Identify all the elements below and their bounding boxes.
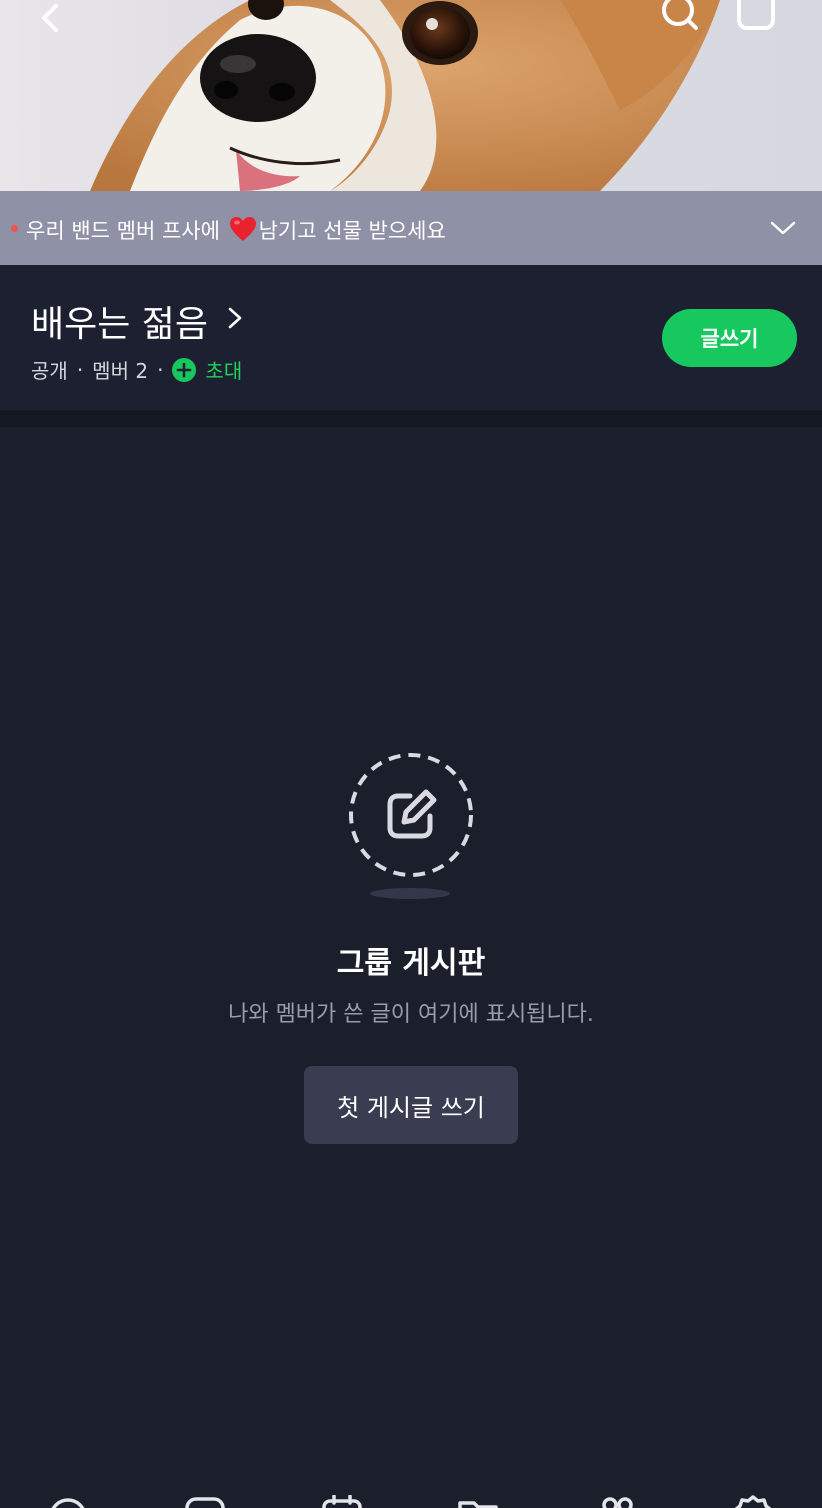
plus-circle-icon[interactable] [172,357,197,382]
group-name[interactable]: 배우는 젊음 [31,295,208,347]
band-page: 우리 밴드 멤버 프사에 남기고 선물 받으세요 배우는 젊음 공개 · 멤버 … [0,0,822,1508]
visibility-label: 공개 [31,359,68,383]
group-meta: 공개 · 멤버 2 · 초대 [31,355,242,384]
chevron-right-icon[interactable] [226,303,246,333]
separator-dot: · [76,357,84,382]
edit-icon [349,753,473,877]
empty-state-title: 그룹 게시판 [336,946,486,981]
cover-photo [0,0,822,191]
members-icon[interactable] [595,1495,639,1508]
settings-icon[interactable] [731,1495,775,1508]
separator-dot: · [157,357,164,382]
new-dot [11,225,18,232]
icon-shadow [370,888,450,899]
search-icon[interactable] [658,0,698,36]
first-post-button[interactable]: 첫 게시글 쓰기 [304,1066,518,1144]
notice-text-before: 우리 밴드 멤버 프사에 [26,219,220,243]
notice-text-after: 남기고 선물 받으세요 [258,219,446,243]
empty-state-description: 나와 멤버가 쓴 글이 여기에 표시됩니다. [228,1002,594,1027]
section-divider [0,410,822,427]
group-header: 배우는 젊음 공개 · 멤버 2 · 초대 글쓰기 [0,265,822,410]
calendar-icon[interactable] [320,1495,364,1508]
corgi-illustration [90,0,720,191]
chat-icon[interactable] [736,0,776,36]
heart-icon [229,217,256,241]
chevron-down-icon[interactable] [770,216,796,240]
folder-icon[interactable] [456,1495,500,1508]
invite-link[interactable]: 초대 [205,355,242,384]
home-icon[interactable] [46,1495,90,1508]
member-count[interactable]: 멤버 2 [92,355,148,384]
back-icon[interactable] [30,0,70,36]
chat-icon[interactable] [183,1495,227,1508]
write-post-button[interactable]: 글쓰기 [662,309,797,367]
notice-banner[interactable]: 우리 밴드 멤버 프사에 남기고 선물 받으세요 [0,191,822,265]
notice-text: 우리 밴드 멤버 프사에 남기고 선물 받으세요 [26,215,446,245]
bottom-nav [0,1490,822,1508]
